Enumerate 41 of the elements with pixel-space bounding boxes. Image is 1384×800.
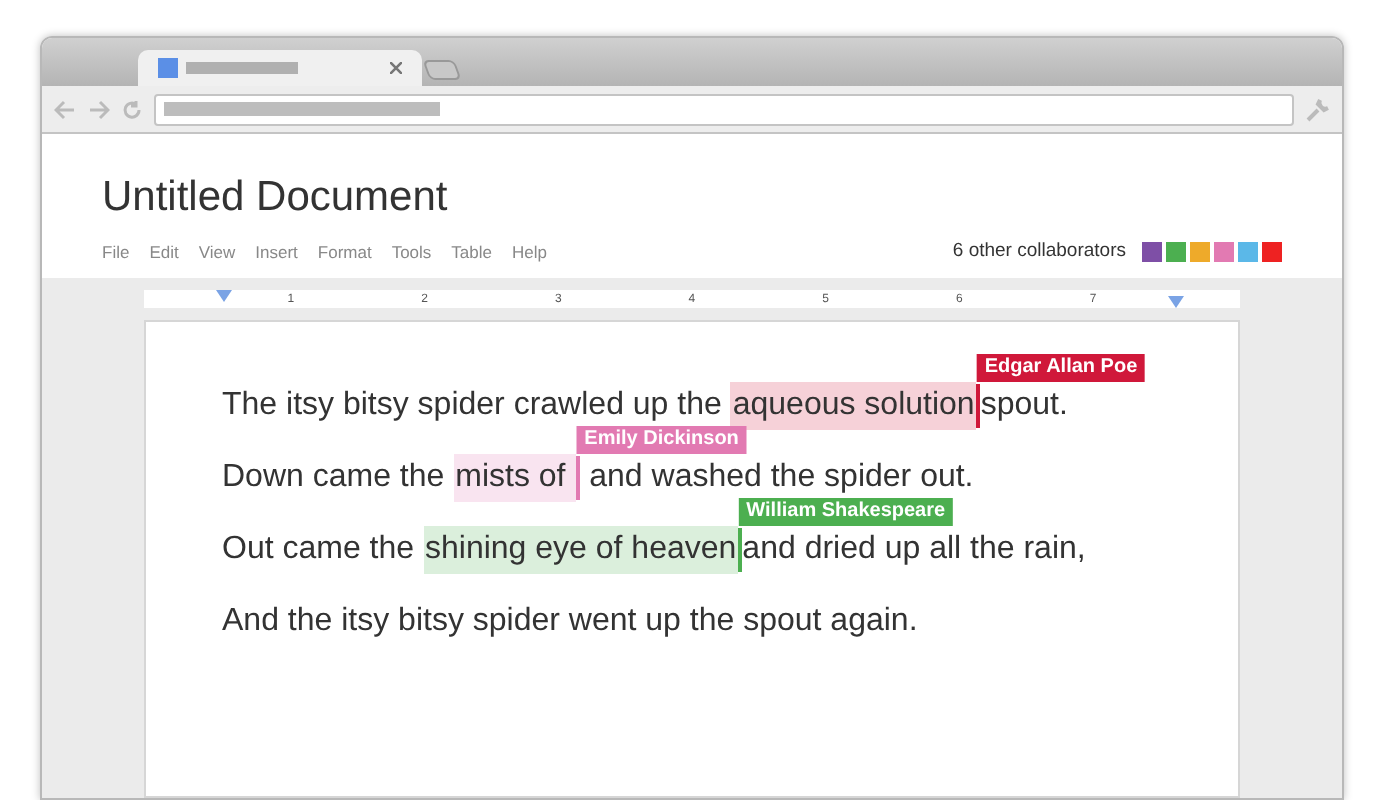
menu-item[interactable]: File (102, 239, 130, 265)
indent-marker-icon[interactable] (1168, 296, 1184, 309)
collaborators-count: 6 other collaborators (952, 238, 1126, 266)
collaborator-swatch[interactable] (1262, 242, 1282, 263)
tab-title-placeholder (186, 62, 298, 74)
highlighted-text: aqueous solution (730, 382, 977, 431)
highlighted-text: shining eye of heaven (423, 526, 739, 575)
menu-item[interactable]: Insert (255, 239, 298, 265)
collaborator-swatch[interactable] (1166, 242, 1186, 263)
page-icon (158, 58, 178, 78)
collaborator-swatch[interactable] (1190, 242, 1210, 263)
back-arrow-icon[interactable] (54, 99, 76, 119)
menu-item[interactable]: Table (451, 239, 492, 265)
indent-marker-icon[interactable] (216, 290, 232, 303)
document-text: Down came the (222, 458, 447, 499)
collaborator-swatch[interactable] (1214, 242, 1234, 263)
document-title: Untitled Document (102, 172, 450, 224)
new-tab-button[interactable] (422, 60, 462, 80)
document-text: The itsy bitsy spider crawled up the (222, 386, 724, 427)
document-text: And the itsy bitsy spider went up the spout again. (222, 602, 918, 643)
collaborator-label: William Shakespeare (738, 498, 954, 527)
collaborator-swatch[interactable] (1238, 242, 1258, 263)
highlighted-text: mists of (453, 454, 577, 503)
menu-item[interactable]: Format (317, 239, 372, 265)
menu-item[interactable]: View (198, 239, 236, 265)
document-text: spout. (980, 386, 1068, 427)
document-text: Out came the (222, 530, 417, 571)
collaborator-label: Emily Dickinson (576, 426, 747, 455)
browser-tab[interactable] (138, 50, 422, 86)
collaborator-label: Edgar Allan Poe (976, 354, 1146, 383)
menu-item[interactable]: Edit (149, 239, 179, 265)
document-text: and dried up all the rain, (742, 530, 1086, 571)
forward-arrow-icon[interactable] (88, 99, 110, 119)
document-text: and washed the spider out. (587, 458, 974, 499)
address-bar[interactable] (154, 93, 1294, 125)
wrench-icon[interactable] (1306, 97, 1330, 121)
collaborator-swatch[interactable] (1142, 242, 1162, 263)
close-icon[interactable] (390, 62, 402, 74)
menu-item[interactable]: Tools (391, 239, 432, 265)
menu-item[interactable]: Help (512, 239, 547, 265)
reload-icon[interactable] (122, 99, 142, 119)
